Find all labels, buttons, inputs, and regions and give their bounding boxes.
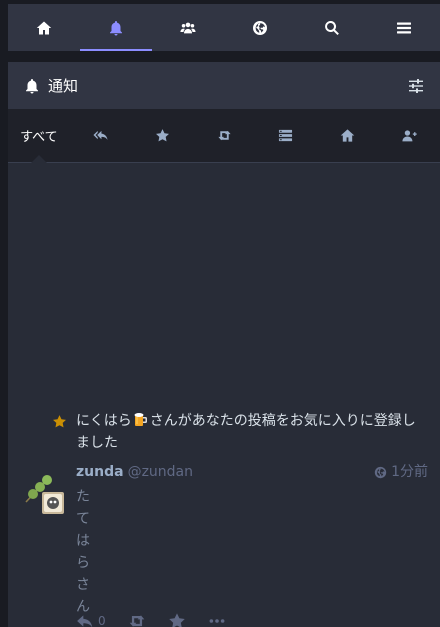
reply-count: 0 bbox=[98, 614, 106, 627]
tab-search[interactable] bbox=[296, 4, 368, 51]
bell-icon bbox=[26, 78, 38, 93]
status-card[interactable]: zunda @zundan 1分前 たてはらさん 0 bbox=[8, 462, 440, 627]
users-icon bbox=[180, 22, 196, 33]
star-icon bbox=[155, 129, 169, 142]
status-header: zunda @zundan 1分前 bbox=[76, 462, 428, 482]
tab-menu[interactable] bbox=[368, 4, 440, 51]
reply-all-icon bbox=[93, 130, 108, 140]
filter-polls[interactable] bbox=[255, 109, 317, 162]
reply-icon bbox=[77, 615, 93, 627]
notification-actor-name[interactable]: にくはら bbox=[76, 413, 132, 429]
ellipsis-icon bbox=[209, 619, 225, 623]
user-plus-icon bbox=[402, 130, 417, 142]
boost-button[interactable] bbox=[128, 612, 146, 627]
status-time[interactable]: 1分前 bbox=[374, 462, 428, 482]
globe-icon bbox=[374, 466, 387, 478]
retweet-icon bbox=[217, 130, 231, 141]
search-icon bbox=[325, 20, 339, 35]
sliders-icon bbox=[409, 78, 423, 93]
app: 通知 すべて にくはら さんがあなたの投稿をお気に入りに登録しました zunda… bbox=[0, 0, 440, 627]
column-title: 通知 bbox=[48, 77, 79, 95]
beer-emoji-icon bbox=[134, 413, 147, 426]
filter-boosts[interactable] bbox=[193, 109, 255, 162]
filter-mentions[interactable] bbox=[70, 109, 132, 162]
home-icon bbox=[36, 21, 52, 34]
account-handle[interactable]: @zundan bbox=[128, 462, 375, 482]
filter-favourites[interactable] bbox=[131, 109, 193, 162]
tasks-icon bbox=[279, 129, 293, 142]
column-header: 通知 bbox=[8, 62, 440, 109]
notification-filter-bar: すべて bbox=[8, 109, 440, 163]
tab-local[interactable] bbox=[152, 4, 224, 51]
avatar[interactable] bbox=[20, 466, 68, 514]
tab-notifications[interactable] bbox=[80, 4, 152, 51]
filter-follows[interactable] bbox=[378, 109, 440, 162]
more-button[interactable] bbox=[208, 612, 226, 627]
notification-item: にくはら さんがあなたの投稿をお気に入りに登録しました zunda @zunda… bbox=[8, 410, 440, 627]
bell-icon bbox=[110, 20, 122, 35]
display-name[interactable]: zunda bbox=[76, 462, 124, 482]
favourite-button[interactable] bbox=[168, 612, 186, 627]
relative-time: 1分前 bbox=[391, 464, 428, 480]
status-action-bar: 0 bbox=[76, 612, 248, 627]
filter-all[interactable]: すべて bbox=[8, 109, 70, 163]
star-icon bbox=[168, 613, 185, 627]
notification-message: にくはら さんがあなたの投稿をお気に入りに登録しました bbox=[52, 410, 428, 454]
column-settings-button[interactable] bbox=[408, 78, 424, 94]
status-content: たてはらさん bbox=[76, 489, 90, 615]
menu-icon bbox=[397, 22, 411, 33]
star-icon bbox=[52, 414, 67, 429]
top-tab-bar bbox=[8, 4, 440, 51]
tab-federated[interactable] bbox=[224, 4, 296, 51]
home-icon bbox=[340, 129, 355, 142]
filter-statuses[interactable] bbox=[317, 109, 379, 162]
globe-icon bbox=[253, 20, 267, 35]
tab-home[interactable] bbox=[8, 4, 80, 51]
notification-header: にくはら さんがあなたの投稿をお気に入りに登録しました bbox=[8, 410, 440, 454]
filter-all-label: すべて bbox=[20, 130, 58, 145]
reply-button[interactable]: 0 bbox=[76, 612, 106, 627]
notifications-column: 通知 すべて にくはら さんがあなたの投稿をお気に入りに登録しました zunda… bbox=[8, 62, 440, 627]
retweet-icon bbox=[129, 615, 144, 627]
